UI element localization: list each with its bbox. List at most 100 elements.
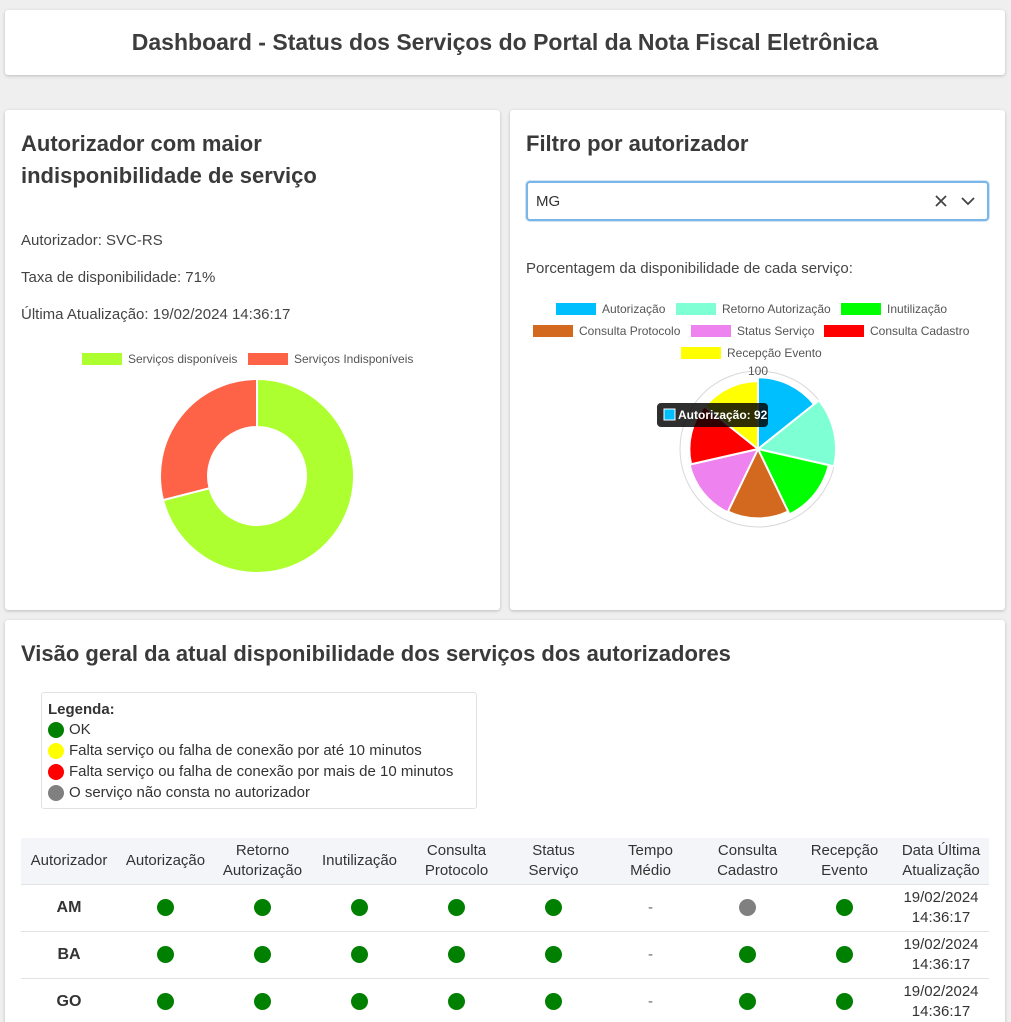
col-header-text: Retorno bbox=[235, 841, 290, 859]
status-servico-cell bbox=[505, 977, 602, 1022]
col-header-text: Autorização bbox=[222, 861, 303, 879]
col-header-text: Cadastro bbox=[717, 861, 778, 879]
yellow-dot-icon bbox=[48, 742, 64, 759]
col-header-retorno-autorizacao: Retorno Autorização bbox=[214, 838, 311, 884]
status-ok-dot-icon bbox=[448, 946, 465, 964]
col-header-text: Inutilização bbox=[321, 851, 398, 869]
status-ok-dot-icon bbox=[545, 899, 562, 917]
status-ok-dot-icon bbox=[545, 993, 562, 1011]
col-header-text: Protocolo bbox=[424, 861, 489, 879]
authorizer-cell: AM bbox=[21, 883, 117, 931]
col-header-text: Tempo bbox=[627, 841, 674, 859]
last-update-cell: 19/02/2024 14:36:17 bbox=[893, 930, 989, 978]
overview-title: Visão geral da atual disponibilidade dos… bbox=[21, 641, 731, 666]
status-servico-cell bbox=[505, 930, 602, 978]
retorno-autorizacao-cell bbox=[214, 930, 311, 978]
status-table: Autorizador Autorização Retorno Autorização… bbox=[21, 838, 989, 1022]
status-ok-dot-icon bbox=[351, 946, 368, 964]
authorizer-cell: GO bbox=[21, 977, 117, 1022]
last-update-time: 14:36:17 bbox=[911, 908, 971, 926]
red-dot-icon bbox=[48, 763, 64, 780]
recepcao-evento-cell bbox=[796, 930, 893, 978]
inutilizacao-cell bbox=[311, 883, 408, 931]
col-header-text: Recepção bbox=[810, 841, 879, 859]
col-header-text: Status bbox=[532, 841, 575, 859]
legend-long-outage-label: Falta serviço ou falha de conexão por ma… bbox=[69, 763, 454, 780]
autorizacao-cell bbox=[117, 883, 214, 931]
status-legend: Legenda: OK Falta serviço ou falha de co… bbox=[41, 692, 477, 809]
col-header-consulta-protocolo: Consulta Protocolo bbox=[408, 838, 505, 884]
col-header-tempo-medio: Tempo Médio bbox=[602, 838, 699, 884]
service-availability-polar-chart: 100 Autorização: 92 bbox=[657, 364, 837, 528]
legend-not-applicable: O serviço não consta no autorizador bbox=[48, 782, 470, 803]
last-update-time: 14:36:17 bbox=[911, 955, 971, 973]
status-ok-dot-icon bbox=[448, 899, 465, 917]
header-bar: Dashboard - Status dos Serviços do Porta… bbox=[5, 10, 1005, 75]
overview-card: Visão geral da atual disponibilidade dos… bbox=[5, 620, 1005, 1022]
consulta-protocolo-cell bbox=[408, 883, 505, 931]
tempo-medio-cell: - bbox=[602, 977, 699, 1022]
tempo-medio-cell: - bbox=[602, 930, 699, 978]
col-header-text: Consulta bbox=[426, 841, 487, 859]
status-ok-dot-icon bbox=[836, 993, 853, 1011]
col-header-text: Evento bbox=[821, 861, 868, 879]
inutilizacao-cell bbox=[311, 930, 408, 978]
green-dot-icon bbox=[48, 721, 64, 738]
table-row: BA - 19/02/2024 14:36:17 bbox=[21, 930, 989, 978]
status-ok-dot-icon bbox=[545, 946, 562, 964]
consulta-cadastro-cell bbox=[699, 930, 796, 978]
legend-ok: OK bbox=[48, 719, 470, 740]
status-servico-cell bbox=[505, 883, 602, 931]
status-ok-dot-icon bbox=[351, 993, 368, 1011]
col-header-autorizacao: Autorização bbox=[117, 838, 214, 884]
last-update-time: 14:36:17 bbox=[911, 1002, 971, 1020]
legend-short-outage: Falta serviço ou falha de conexão por at… bbox=[48, 740, 470, 761]
status-ok-dot-icon bbox=[254, 946, 271, 964]
autorizacao-cell bbox=[117, 977, 214, 1022]
status-legend-title: Legenda: bbox=[48, 701, 115, 718]
recepcao-evento-cell bbox=[796, 977, 893, 1022]
status-ok-dot-icon bbox=[836, 946, 853, 964]
status-ok-dot-icon bbox=[157, 899, 174, 917]
table-row: AM - 19/02/2024 14:36:17 bbox=[21, 883, 989, 931]
polar-tooltip-swatch bbox=[663, 408, 676, 421]
last-update-cell: 19/02/2024 14:36:17 bbox=[893, 977, 989, 1022]
retorno-autorizacao-cell bbox=[214, 883, 311, 931]
col-header-inutilizacao: Inutilização bbox=[311, 838, 408, 884]
autorizacao-cell bbox=[117, 930, 214, 978]
col-header-status-servico: Status Serviço bbox=[505, 838, 602, 884]
consulta-cadastro-cell bbox=[699, 977, 796, 1022]
status-ok-dot-icon bbox=[254, 993, 271, 1011]
legend-ok-label: OK bbox=[69, 721, 91, 738]
legend-long-outage: Falta serviço ou falha de conexão por ma… bbox=[48, 761, 470, 782]
col-header-text: Atualização bbox=[902, 861, 980, 879]
status-ok-dot-icon bbox=[351, 899, 368, 917]
status-ok-dot-icon bbox=[739, 946, 756, 964]
col-header-text: Médio bbox=[630, 861, 671, 879]
col-header-text: Data Última bbox=[901, 841, 981, 859]
status-ok-dot-icon bbox=[254, 899, 271, 917]
last-update-date: 19/02/2024 bbox=[903, 888, 979, 906]
table-body: AM - 19/02/2024 14:36:17 BA - 19/02/2024 14:36:… bbox=[21, 883, 989, 1022]
consulta-cadastro-cell bbox=[699, 883, 796, 931]
col-header-text: Autorização bbox=[125, 851, 206, 869]
col-header-text: Serviço bbox=[528, 861, 579, 879]
retorno-autorizacao-cell bbox=[214, 977, 311, 1022]
col-header-text: Consulta bbox=[717, 841, 778, 859]
status-ok-dot-icon bbox=[157, 946, 174, 964]
polar-tick-label: 100 bbox=[748, 364, 768, 378]
page-title: Dashboard - Status dos Serviços do Porta… bbox=[131, 29, 879, 55]
col-header-autorizador: Autorizador bbox=[21, 838, 117, 884]
filter-card: Filtro por autorizador MG Porcentagem da… bbox=[510, 110, 1005, 610]
col-header-text: Autorizador bbox=[30, 851, 108, 869]
availability-doughnut-chart bbox=[159, 377, 355, 574]
worst-authorizer-card: Autorizador com maior indisponibilidade … bbox=[5, 110, 500, 610]
col-header-data-ultima-atualizacao: Data Última Atualização bbox=[893, 838, 989, 884]
status-ok-dot-icon bbox=[739, 993, 756, 1011]
doughnut-slice-unavailable[interactable] bbox=[159, 377, 258, 502]
status-ok-dot-icon bbox=[836, 899, 853, 917]
polar-tooltip: Autorização: 92 bbox=[657, 403, 768, 427]
status-ok-dot-icon bbox=[157, 993, 174, 1011]
last-update-date: 19/02/2024 bbox=[903, 935, 979, 953]
status-ok-dot-icon bbox=[448, 993, 465, 1011]
